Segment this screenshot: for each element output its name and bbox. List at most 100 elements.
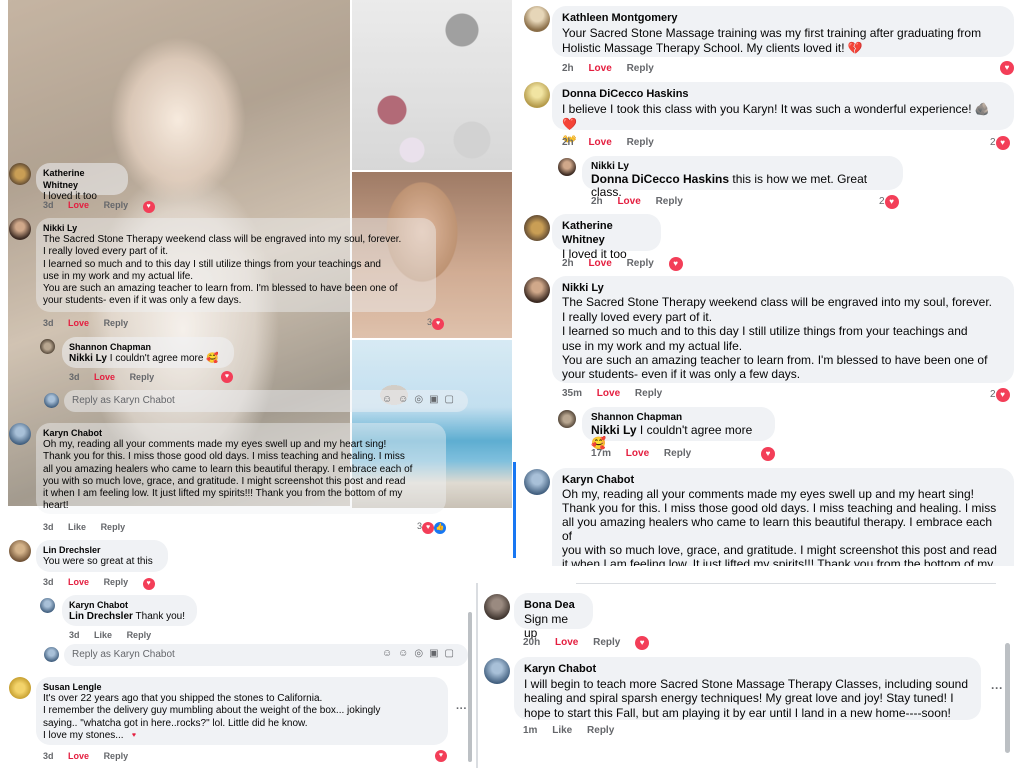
reaction-count[interactable]: 3 ♥ xyxy=(427,317,445,330)
avatar[interactable] xyxy=(40,598,55,613)
avatar[interactable] xyxy=(524,469,550,495)
love-button[interactable]: Love xyxy=(597,388,620,399)
comment-author[interactable]: Karyn Chabot xyxy=(524,662,971,677)
love-button[interactable]: Love xyxy=(94,372,115,382)
comment-author[interactable]: Kathleen Montgomery xyxy=(562,11,1004,26)
reply-placeholder: Reply as Karyn Chabot xyxy=(72,395,175,406)
comment-time[interactable]: 3d xyxy=(69,372,80,382)
love-button[interactable]: Love xyxy=(588,63,611,74)
comment-time[interactable]: 35m xyxy=(562,388,582,399)
love-button[interactable]: Love xyxy=(555,637,578,648)
reply-input[interactable]: Reply as Karyn Chabot ☺☺◎▣▢ xyxy=(64,644,468,666)
comment-time[interactable]: 3d xyxy=(43,751,54,761)
comment-author[interactable]: Katherine Whitney xyxy=(562,219,651,247)
reply-button[interactable]: Reply xyxy=(664,448,691,459)
love-button[interactable]: Love xyxy=(588,137,611,148)
scrollbar[interactable] xyxy=(468,612,472,762)
avatar[interactable] xyxy=(524,277,550,303)
heart-icon[interactable]: ♥ xyxy=(221,371,233,383)
mention-link[interactable]: Lin Drechsler xyxy=(69,611,133,622)
comment-time[interactable]: 20h xyxy=(523,637,540,648)
heart-icon[interactable]: ♥ xyxy=(668,257,683,271)
heart-icon[interactable]: ♥ xyxy=(435,750,447,762)
comment-author[interactable]: Karyn Chabot xyxy=(562,473,1004,487)
comment-time[interactable]: 2h xyxy=(562,258,574,269)
comment-time[interactable]: 17m xyxy=(591,448,611,459)
reply-button[interactable]: Reply xyxy=(101,522,126,532)
like-button[interactable]: Like xyxy=(94,630,112,640)
reply-button[interactable]: Reply xyxy=(593,637,620,648)
reply-button[interactable]: Reply xyxy=(127,630,152,640)
comment-author[interactable]: Bona Dea xyxy=(524,598,583,612)
heart-icon[interactable]: ♥ xyxy=(761,447,775,461)
reply-button[interactable]: Reply xyxy=(635,388,662,399)
avatar[interactable] xyxy=(9,423,31,445)
heart-icon[interactable]: ♥ xyxy=(142,578,155,590)
comment-author[interactable]: Shannon Chapman xyxy=(69,341,227,353)
love-button[interactable]: Love xyxy=(68,318,89,328)
reply-button[interactable]: Reply xyxy=(104,751,129,761)
comment-time[interactable]: 3d xyxy=(43,318,54,328)
reply-button[interactable]: Reply xyxy=(130,372,155,382)
comment-author[interactable]: Nikki Ly xyxy=(43,222,429,234)
mention-link[interactable]: Nikki Ly xyxy=(591,423,637,437)
comment-time[interactable]: 2h xyxy=(591,196,603,207)
love-button[interactable]: Love xyxy=(617,196,640,207)
reply-button[interactable]: Reply xyxy=(627,258,654,269)
comment-text: Oh my, reading all your comments made my… xyxy=(562,487,997,566)
comment-author[interactable]: Karyn Chabot xyxy=(43,427,439,439)
avatar[interactable] xyxy=(558,158,576,176)
avatar[interactable] xyxy=(558,410,576,428)
avatar[interactable] xyxy=(524,6,550,32)
reply-button[interactable]: Reply xyxy=(587,725,614,736)
love-button[interactable]: Love xyxy=(68,751,89,761)
comment-author[interactable]: Susan Lengle xyxy=(43,681,441,693)
reply-button[interactable]: Reply xyxy=(104,577,129,587)
comment-time[interactable]: 1m xyxy=(523,725,537,736)
reply-button[interactable]: Reply xyxy=(627,63,654,74)
love-button[interactable]: Love xyxy=(588,258,611,269)
comment-time[interactable]: 3d xyxy=(69,630,80,640)
avatar[interactable] xyxy=(9,163,31,185)
reply-button[interactable]: Reply xyxy=(656,196,683,207)
more-options-icon[interactable]: ··· xyxy=(991,681,1003,695)
heart-icon[interactable]: ♥ xyxy=(142,201,155,213)
like-button[interactable]: Like xyxy=(552,725,572,736)
reply-input[interactable]: Reply as Karyn Chabot ☺☺◎▣▢ xyxy=(64,390,468,412)
reaction-count[interactable]: 3 ♥ 👍 xyxy=(417,521,447,534)
more-options-icon[interactable]: ··· xyxy=(456,703,467,715)
avatar[interactable] xyxy=(9,677,31,699)
reply-button[interactable]: Reply xyxy=(104,318,129,328)
like-button[interactable]: Like xyxy=(68,522,86,532)
reply-button[interactable]: Reply xyxy=(627,137,654,148)
avatar[interactable] xyxy=(40,339,55,354)
comment-time[interactable]: 3d xyxy=(43,200,54,210)
comment-actions: 3d Love Reply ♥ xyxy=(43,577,155,590)
reaction-count[interactable]: 2 ♥ xyxy=(990,388,1010,402)
avatar[interactable] xyxy=(9,218,31,240)
comment-author[interactable]: Nikki Ly xyxy=(562,281,1004,295)
avatar[interactable] xyxy=(524,82,550,108)
reaction-count[interactable]: 2 ♥ xyxy=(990,136,1010,150)
avatar[interactable] xyxy=(9,540,31,562)
love-button[interactable]: Love xyxy=(68,577,89,587)
mention-link[interactable]: Donna DiCecco Haskins xyxy=(591,172,729,186)
comment-time[interactable]: 2h xyxy=(562,63,574,74)
mention-link[interactable]: Nikki Ly xyxy=(69,353,107,364)
comment-author[interactable]: Karyn Chabot xyxy=(69,599,190,611)
comment-author[interactable]: Lin Drechsler xyxy=(43,544,161,556)
comment-time[interactable]: 3d xyxy=(43,577,54,587)
comment-author[interactable]: Katherine Whitney xyxy=(43,167,121,191)
comment-time[interactable]: 3d xyxy=(43,522,54,532)
heart-icon[interactable]: ♥ xyxy=(635,636,650,650)
comment-actions: 2h Love Reply xyxy=(562,137,666,148)
comment-author[interactable]: Donna DiCecco Haskins xyxy=(562,87,1004,102)
scrollbar[interactable] xyxy=(1005,643,1010,753)
reply-button[interactable]: Reply xyxy=(104,200,129,210)
avatar[interactable] xyxy=(524,215,550,241)
love-button[interactable]: Love xyxy=(68,200,89,210)
comment-time[interactable]: 2h xyxy=(562,137,574,148)
reaction-count[interactable]: 2 ♥ xyxy=(879,195,899,209)
love-button[interactable]: Love xyxy=(626,448,649,459)
heart-icon[interactable]: ♥ xyxy=(1000,61,1014,75)
